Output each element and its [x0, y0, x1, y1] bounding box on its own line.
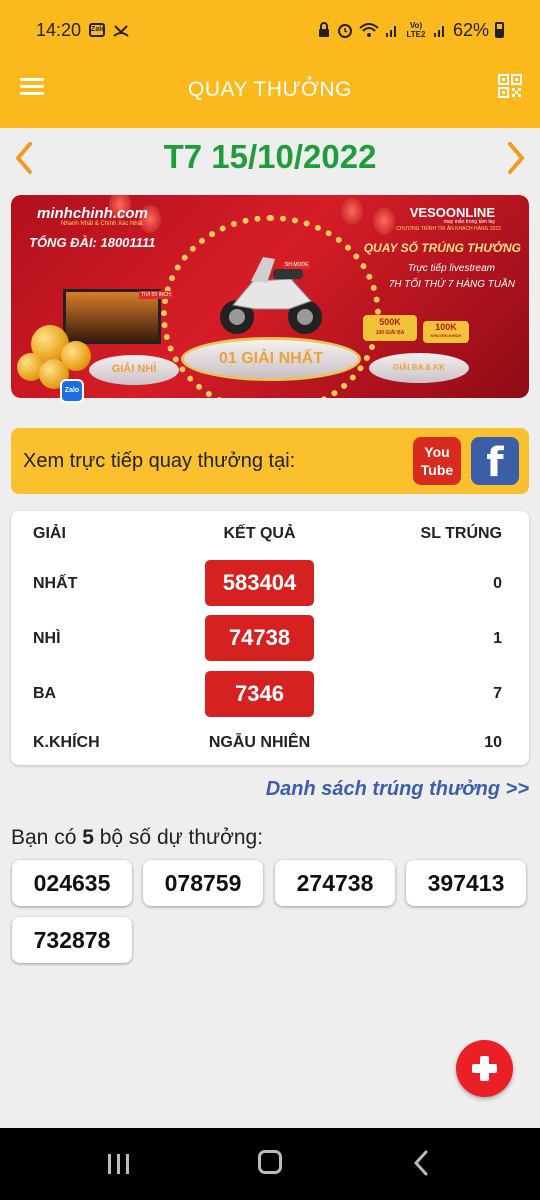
status-right: Vo) LTE2 62%: [317, 20, 504, 41]
scooter-image: [220, 257, 322, 334]
row-winners-count: 1: [493, 630, 502, 647]
tickets-label-suffix: bộ số dự thưởng:: [93, 826, 264, 849]
draw-date: T7 15/10/2022: [163, 138, 377, 175]
prize-tag-100k-sub: KHUYẾN KHÍCH: [430, 333, 462, 338]
tickets-label-prefix: Bạn có: [11, 826, 83, 849]
first-prize-podium: 01 GIẢI NHẤT: [181, 337, 361, 381]
signal-icon-2: [433, 26, 444, 37]
recent-apps-icon[interactable]: [105, 1152, 133, 1176]
results-table: GIẢI KẾT QUẢ SL TRÚNG NHẤT 583404 0 NHÌ …: [11, 511, 529, 765]
zalo-icon: Zalo: [89, 23, 105, 37]
youtube-icon[interactable]: You Tube: [413, 437, 461, 485]
row-prize-label: NHÌ: [33, 630, 61, 647]
ticket-number[interactable]: 078759: [143, 860, 263, 906]
facebook-icon[interactable]: f: [471, 437, 519, 486]
header-winners: SL TRÚNG: [420, 525, 502, 542]
missed-call-icon: [113, 25, 129, 37]
result-number-box: 74738: [205, 615, 314, 661]
live-stream-box: Xem trực tiếp quay thưởng tại: You Tube …: [11, 428, 529, 494]
third-prize-podium: GIẢI BA & KK: [369, 353, 469, 383]
signal-icon: [385, 26, 396, 37]
prize-tag-100k: 100K KHUYẾN KHÍCH: [423, 321, 469, 343]
lantern-decoration: [373, 207, 395, 235]
wifi-icon: [359, 23, 379, 37]
app-bar: QUAY THƯỞNG: [0, 60, 540, 128]
banner-brand-sub: may mắn trong tầm tay: [443, 219, 495, 225]
banner-line1: Trực tiếp livestream: [407, 263, 495, 274]
alarm-icon: [337, 24, 352, 38]
prize-tag-500k: 500K 100 GIẢI BA: [363, 315, 417, 341]
banner-hotline: TỔNG ĐÀI: 18001111: [29, 235, 156, 250]
tickets-count: 5: [82, 826, 94, 849]
live-stream-text: Xem trực tiếp quay thưởng tại:: [23, 450, 296, 472]
result-number-box: 583404: [205, 560, 314, 606]
prize-tag-100k-value: 100K: [435, 322, 457, 332]
bike-label: SH MODE: [283, 261, 311, 269]
volte-label: Vo) LTE2: [406, 21, 426, 39]
ticket-number[interactable]: 024635: [12, 860, 132, 906]
row-winners-count: 10: [484, 734, 502, 751]
youtube-label-top: You: [424, 444, 450, 460]
system-nav-bar: [0, 1128, 540, 1200]
status-left: 14:20 Zalo: [36, 20, 129, 41]
page-title: QUAY THƯỞNG: [188, 78, 352, 101]
promo-banner[interactable]: minhchinh.com Nhanh Nhất & Chính Xác Nhấ…: [11, 195, 529, 398]
row-result-text: NGẪU NHIÊN: [208, 734, 311, 751]
tickets-label: Bạn có 5 bộ số dự thưởng:: [11, 826, 263, 850]
qr-code-icon[interactable]: [498, 74, 522, 98]
back-icon[interactable]: [408, 1148, 436, 1178]
banner-logo-sub: Nhanh Nhất & Chính Xác Nhất: [61, 221, 143, 227]
row-prize-label: NHẤT: [33, 575, 78, 592]
row-winners-count: 0: [493, 575, 502, 592]
status-time: 14:20: [36, 19, 82, 40]
row-prize-label: BA: [33, 685, 57, 702]
banner-program: CHƯƠNG TRÌNH TRI ÂN KHÁCH HÀNG 2022: [396, 226, 501, 232]
winners-list-link[interactable]: Danh sách trúng thưởng >>: [266, 778, 529, 801]
prize-tag-500k-value: 500K: [379, 317, 401, 327]
lock-icon: [318, 22, 329, 37]
tv-label: TIVI 55 INCH: [139, 291, 173, 299]
battery-percent: 62%: [452, 19, 489, 40]
battery-icon: [495, 22, 504, 38]
banner-logo: minhchinh.com: [37, 205, 148, 222]
result-number-box: 7346: [205, 671, 314, 717]
banner-brand: VESOONLINE: [409, 205, 495, 220]
prize-tag-500k-sub: 100 GIẢI BA: [375, 330, 405, 336]
zalo-chat-icon[interactable]: Zalo: [60, 379, 84, 403]
banner-headline: QUAY SỐ TRÚNG THƯỞNG: [363, 241, 521, 255]
banner-line2: 7H TỐI THỨ 7 HÀNG TUẦN: [388, 279, 515, 290]
lantern-decoration: [341, 197, 363, 225]
home-icon[interactable]: [258, 1150, 282, 1174]
ticket-number[interactable]: 732878: [12, 917, 132, 963]
row-winners-count: 7: [493, 685, 502, 702]
chevron-right-icon[interactable]: [498, 138, 532, 178]
second-prize-podium: GIẢI NHÌ: [89, 355, 179, 385]
date-navigation: T7 15/10/2022: [0, 128, 540, 190]
youtube-label-bottom: Tube: [420, 462, 454, 478]
ticket-number[interactable]: 397413: [406, 860, 526, 906]
ticket-number[interactable]: 274738: [275, 860, 395, 906]
status-bar: 14:20 Zalo Vo) LTE2 62%: [0, 0, 540, 60]
add-ticket-button[interactable]: [456, 1040, 513, 1097]
